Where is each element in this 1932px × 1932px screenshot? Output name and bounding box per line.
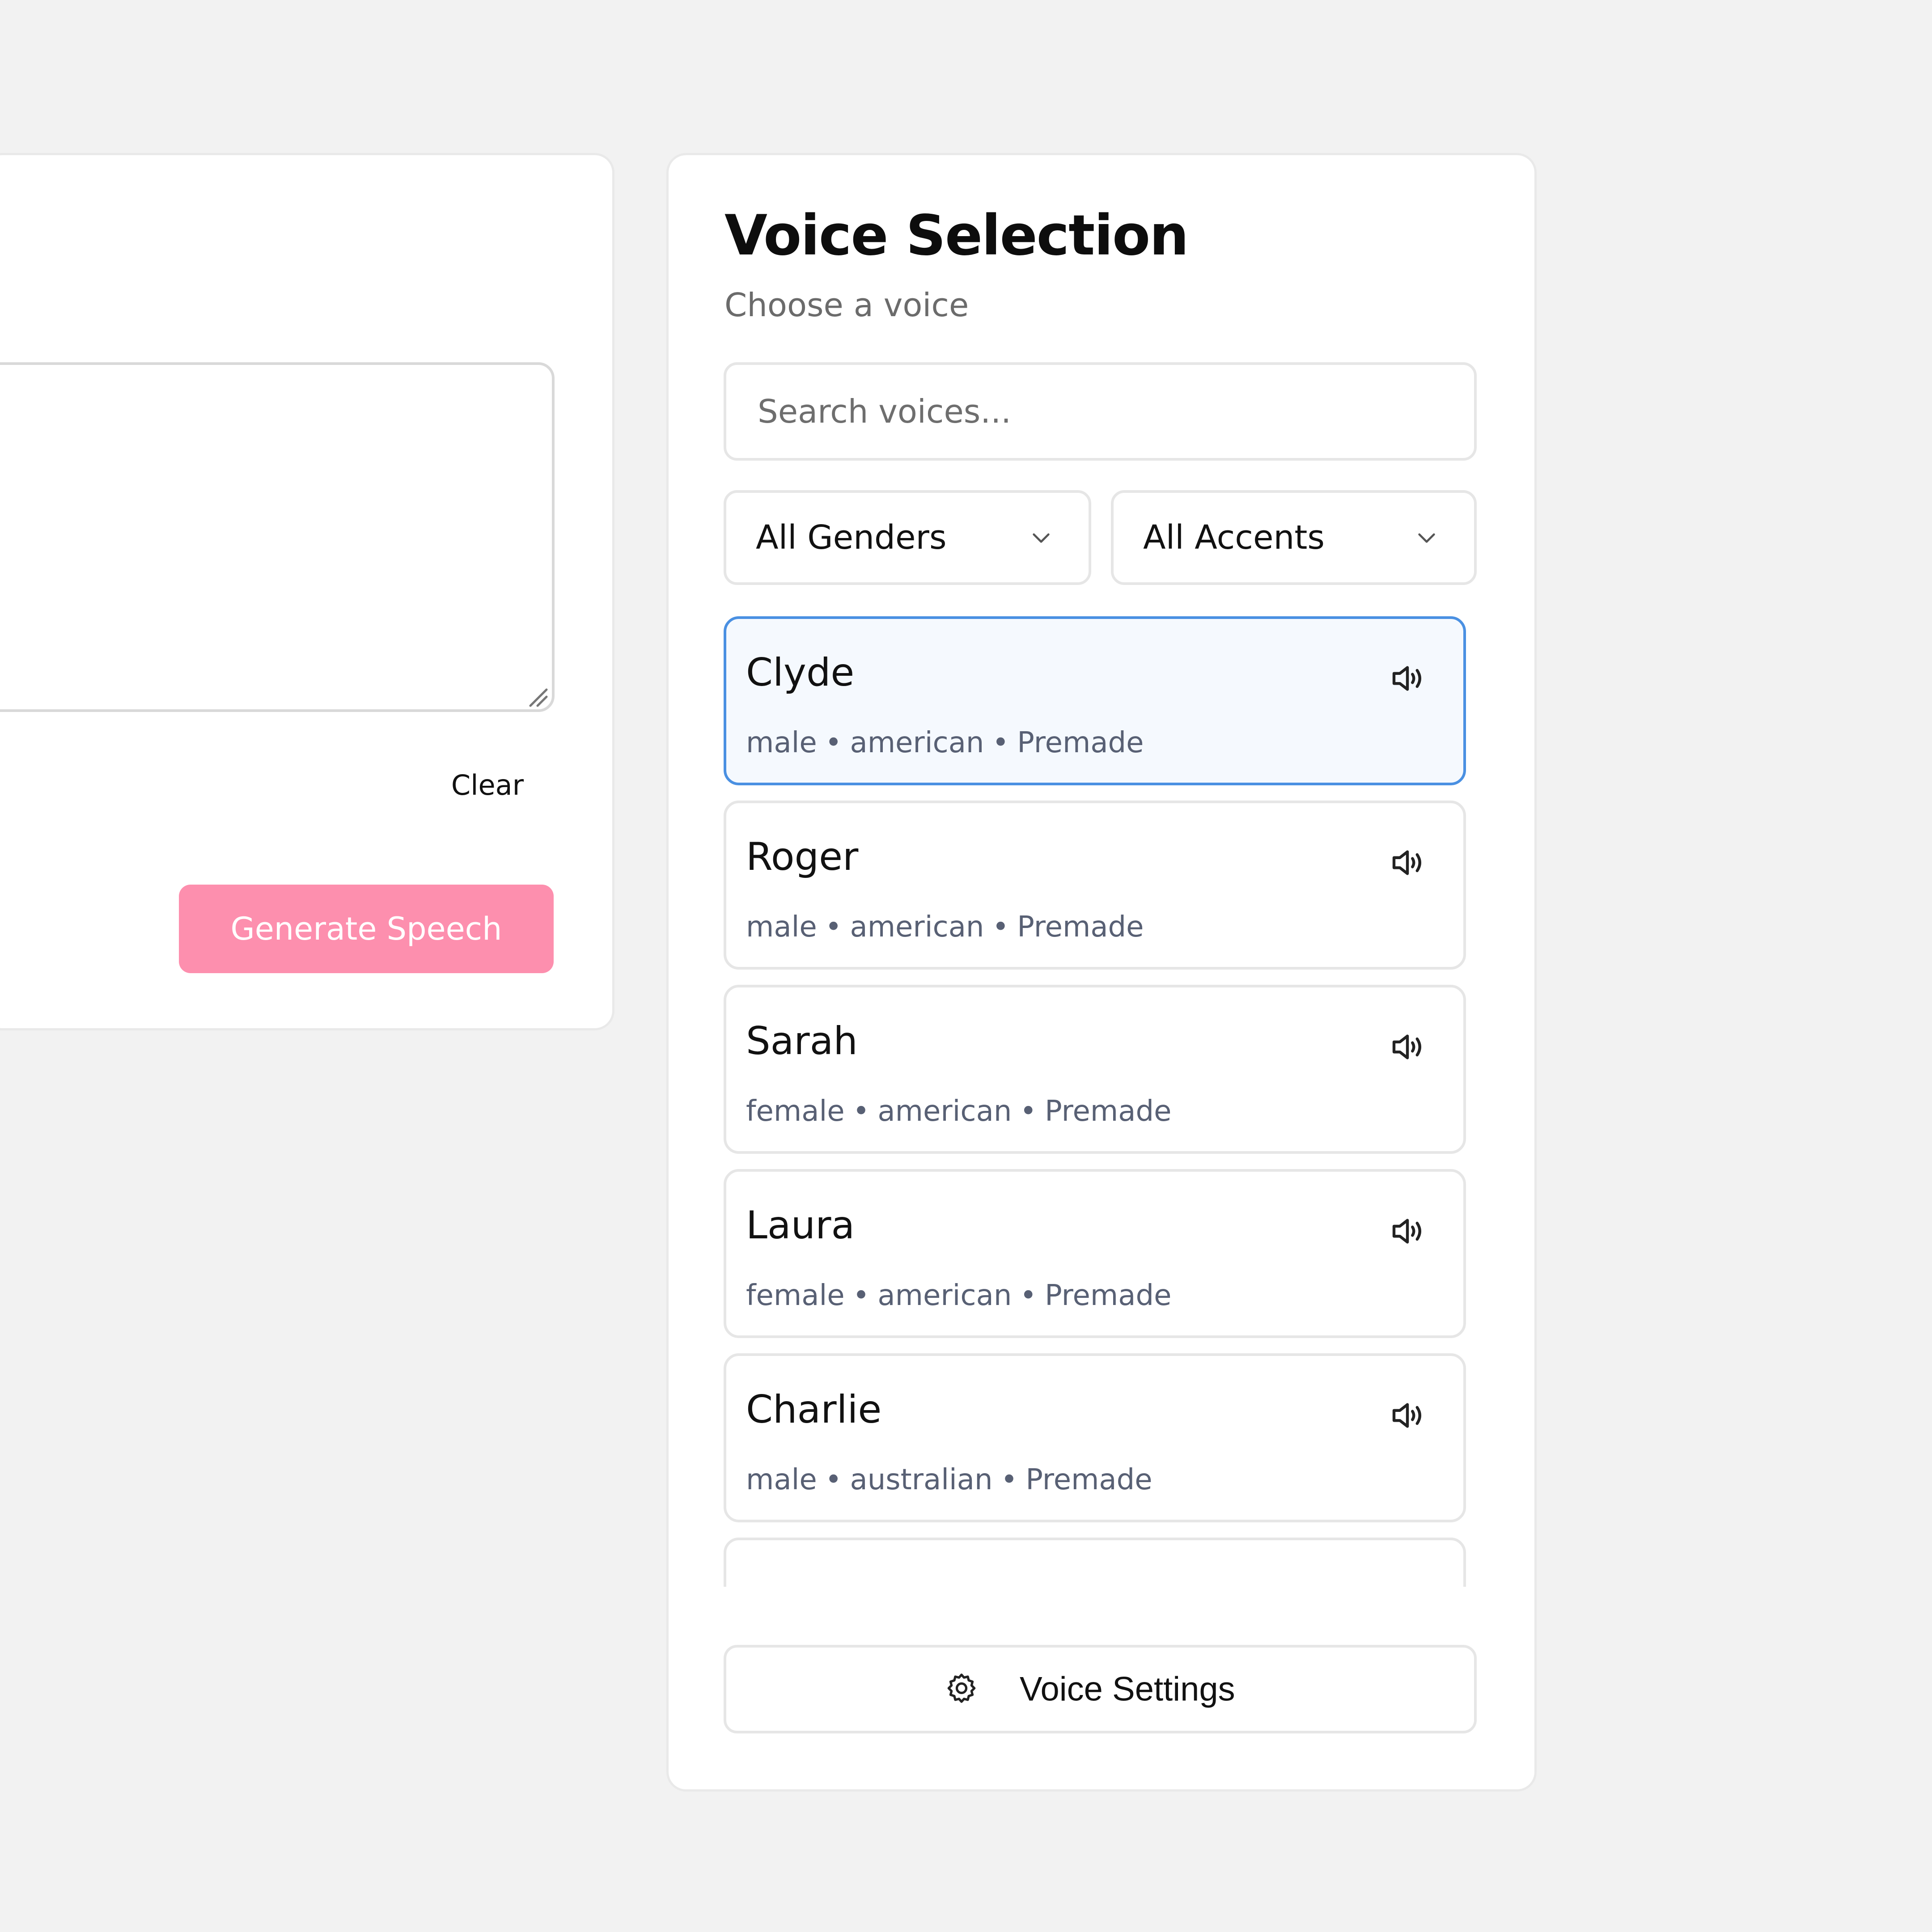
voice-name: Laura: [746, 1203, 855, 1248]
speaker-icon[interactable]: [1387, 843, 1428, 883]
resize-handle-icon[interactable]: [526, 685, 549, 708]
voice-item-sarah[interactable]: Sarah female • american • Premade: [724, 985, 1466, 1154]
voice-name: Charlie: [746, 1387, 882, 1432]
app-stage: Clear Generate Speech Voice Selection Ch…: [0, 0, 1932, 1932]
voice-name: Clyde: [746, 650, 855, 695]
gender-filter-value: All Genders: [756, 518, 947, 557]
voice-settings-label: Voice Settings: [1020, 1670, 1235, 1708]
voice-meta: male • american • Premade: [746, 911, 1144, 944]
voice-meta: male • australian • Premade: [746, 1463, 1152, 1496]
voice-meta: female • american • Premade: [746, 1279, 1172, 1312]
voice-item-clyde[interactable]: Clyde male • american • Premade: [724, 616, 1466, 785]
gear-icon: [947, 1674, 976, 1703]
gender-filter-select[interactable]: All Genders: [724, 490, 1091, 585]
voice-item-roger[interactable]: Roger male • american • Premade: [724, 801, 1466, 970]
speaker-icon[interactable]: [1387, 658, 1428, 699]
clear-button[interactable]: Clear: [438, 763, 537, 807]
voice-search-input[interactable]: [724, 362, 1477, 461]
voice-item-laura[interactable]: Laura female • american • Premade: [724, 1169, 1466, 1338]
voice-selection-title: Voice Selection: [724, 203, 1189, 268]
voice-settings-button[interactable]: Voice Settings: [724, 1645, 1477, 1733]
voice-meta: male • american • Premade: [746, 726, 1144, 759]
generate-speech-button[interactable]: Generate Speech: [179, 885, 554, 973]
voice-name: Sarah: [746, 1019, 858, 1063]
speaker-icon[interactable]: [1387, 1211, 1428, 1251]
voice-list[interactable]: Clyde male • american • Premade Roger male • a…: [720, 613, 1471, 1587]
speaker-icon[interactable]: [1387, 1027, 1428, 1067]
voice-item-partial[interactable]: [724, 1538, 1466, 1587]
chevron-down-icon: [1033, 533, 1050, 543]
speaker-icon[interactable]: [1387, 1395, 1428, 1436]
text-input[interactable]: [0, 362, 555, 712]
chevron-down-icon: [1418, 533, 1435, 543]
voice-meta: female • american • Premade: [746, 1095, 1172, 1128]
accent-filter-select[interactable]: All Accents: [1111, 490, 1477, 585]
voice-item-charlie[interactable]: Charlie male • australian • Premade: [724, 1353, 1466, 1522]
voice-name: Roger: [746, 835, 859, 879]
accent-filter-value: All Accents: [1143, 518, 1325, 557]
voice-selection-subtitle: Choose a voice: [724, 286, 969, 324]
